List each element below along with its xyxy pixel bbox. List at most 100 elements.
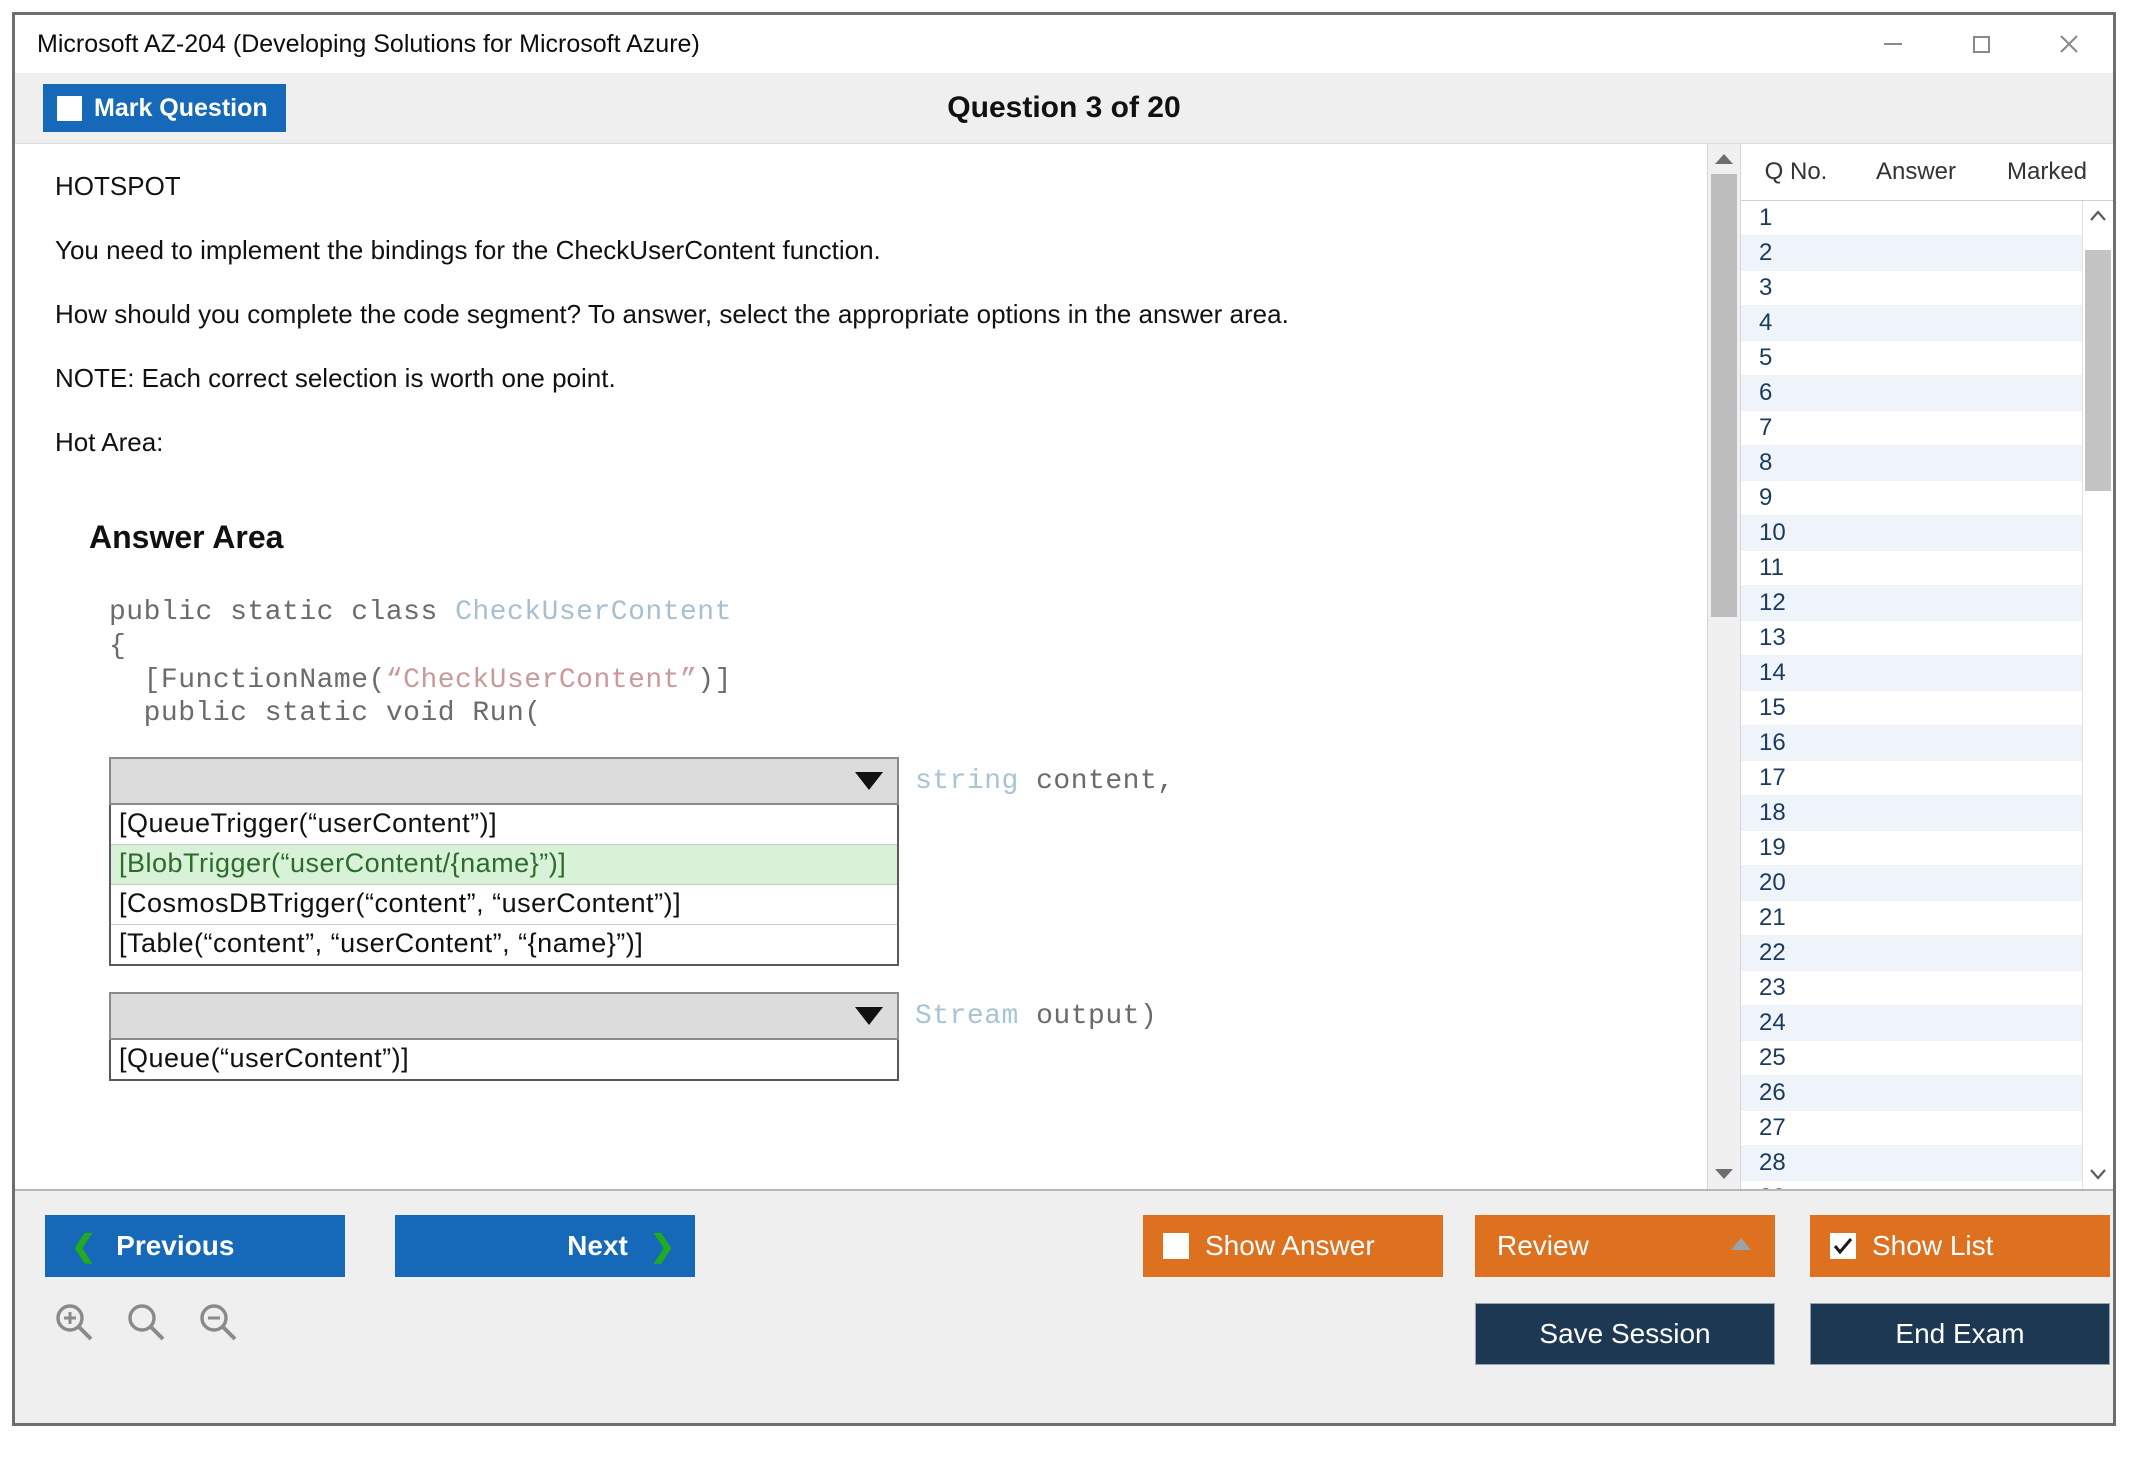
question-number-cell: 1 <box>1741 204 1843 232</box>
code-line-2: { <box>109 630 1673 664</box>
show-list-button[interactable]: Show List <box>1810 1215 2110 1277</box>
chevron-down-icon[interactable] <box>841 769 897 793</box>
code-param-1-rest: content, <box>1019 766 1175 797</box>
table-row[interactable]: 15 <box>1741 691 2082 726</box>
table-row[interactable]: 26 <box>1741 1076 2082 1111</box>
zoom-out-icon[interactable] <box>195 1299 241 1345</box>
content-scroll-track[interactable] <box>1708 174 1740 1159</box>
content-scroll-thumb[interactable] <box>1711 174 1737 617</box>
table-row[interactable]: 24 <box>1741 1006 2082 1041</box>
code-line-3: [FunctionName(“CheckUserContent”)] <box>109 664 1673 698</box>
mark-question-checkbox[interactable] <box>57 96 82 121</box>
list-item[interactable]: [Queue(“userContent”)] <box>111 1040 897 1079</box>
show-answer-checkbox[interactable] <box>1163 1233 1189 1259</box>
question-list-body: 1234567891011121314151617181920212223242… <box>1741 201 2113 1189</box>
trigger-binding-dropdown-header[interactable] <box>109 757 899 805</box>
code-class-name: CheckUserContent <box>455 597 732 628</box>
footer-toolbar: ❮ Previous Next ❯ Show Answer Review Sho… <box>15 1189 2113 1423</box>
chevron-right-icon: ❯ <box>650 1229 675 1264</box>
title-bar: Microsoft AZ-204 (Developing Solutions f… <box>15 15 2113 73</box>
table-row[interactable]: 4 <box>1741 306 2082 341</box>
table-row[interactable]: 29 <box>1741 1181 2082 1189</box>
column-header-answer: Answer <box>1851 158 1981 186</box>
table-row[interactable]: 25 <box>1741 1041 2082 1076</box>
dropdown-row-2: [Queue(“userContent”)] Stream output) <box>109 992 1673 1081</box>
table-row[interactable]: 9 <box>1741 481 2082 516</box>
question-number-cell: 4 <box>1741 309 1843 337</box>
list-item[interactable]: [QueueTrigger(“userContent”)] <box>111 805 897 845</box>
question-number-cell: 8 <box>1741 449 1843 477</box>
table-row[interactable]: 21 <box>1741 901 2082 936</box>
table-row[interactable]: 5 <box>1741 341 2082 376</box>
table-row[interactable]: 2 <box>1741 236 2082 271</box>
table-row[interactable]: 8 <box>1741 446 2082 481</box>
save-session-button[interactable]: Save Session <box>1475 1303 1775 1365</box>
code-param-2: Stream output) <box>915 992 1157 1034</box>
question-note: NOTE: Each correct selection is worth on… <box>55 364 1673 394</box>
table-row[interactable]: 19 <box>1741 831 2082 866</box>
show-list-label: Show List <box>1872 1230 1993 1262</box>
close-button[interactable] <box>2025 15 2113 73</box>
table-row[interactable]: 3 <box>1741 271 2082 306</box>
qlist-scroll-up-button[interactable] <box>2083 201 2113 231</box>
question-number-cell: 6 <box>1741 379 1843 407</box>
table-row[interactable]: 12 <box>1741 586 2082 621</box>
chevron-down-icon[interactable] <box>841 1004 897 1028</box>
question-list-scrollbar[interactable] <box>2082 201 2113 1189</box>
list-item[interactable]: [Table(“content”, “userContent”, “{name}… <box>111 925 897 964</box>
exam-window: Microsoft AZ-204 (Developing Solutions f… <box>12 12 2116 1426</box>
review-label: Review <box>1497 1230 1589 1262</box>
page-title: Question 3 of 20 <box>15 91 2113 125</box>
qlist-scroll-thumb[interactable] <box>2085 250 2111 491</box>
list-item[interactable]: [CosmosDBTrigger(“content”, “userContent… <box>111 885 897 925</box>
list-item[interactable]: [BlobTrigger(“userContent/{name}”)] <box>111 845 897 885</box>
table-row[interactable]: 14 <box>1741 656 2082 691</box>
code-line-4: public static void Run( <box>109 697 1673 731</box>
question-number-cell: 10 <box>1741 519 1843 547</box>
minimize-button[interactable] <box>1849 15 1937 73</box>
zoom-reset-icon[interactable] <box>123 1299 169 1345</box>
table-row[interactable]: 16 <box>1741 726 2082 761</box>
table-row[interactable]: 27 <box>1741 1111 2082 1146</box>
question-number-cell: 19 <box>1741 834 1843 862</box>
table-row[interactable]: 11 <box>1741 551 2082 586</box>
table-row[interactable]: 22 <box>1741 936 2082 971</box>
show-list-checkbox[interactable] <box>1830 1233 1856 1259</box>
minimize-icon <box>1878 29 1908 59</box>
dropdown-row-1: [QueueTrigger(“userContent”)] [BlobTrigg… <box>109 757 1673 966</box>
maximize-button[interactable] <box>1937 15 2025 73</box>
question-type-label: HOTSPOT <box>55 172 1673 202</box>
table-row[interactable]: 6 <box>1741 376 2082 411</box>
table-row[interactable]: 28 <box>1741 1146 2082 1181</box>
table-row[interactable]: 10 <box>1741 516 2082 551</box>
table-row[interactable]: 17 <box>1741 761 2082 796</box>
question-paragraph-1: You need to implement the bindings for t… <box>55 236 1673 266</box>
table-row[interactable]: 7 <box>1741 411 2082 446</box>
end-exam-button[interactable]: End Exam <box>1810 1303 2110 1365</box>
review-button[interactable]: Review <box>1475 1215 1775 1277</box>
output-binding-dropdown-header[interactable] <box>109 992 899 1040</box>
table-row[interactable]: 18 <box>1741 796 2082 831</box>
qlist-scroll-down-button[interactable] <box>2083 1159 2113 1189</box>
body-row: HOTSPOT You need to implement the bindin… <box>15 144 2113 1189</box>
previous-button[interactable]: ❮ Previous <box>45 1215 345 1277</box>
next-button[interactable]: Next ❯ <box>395 1215 695 1277</box>
output-binding-dropdown[interactable]: [Queue(“userContent”)] <box>109 992 899 1081</box>
next-button-label: Next <box>567 1230 628 1262</box>
table-row[interactable]: 20 <box>1741 866 2082 901</box>
question-list[interactable]: 1234567891011121314151617181920212223242… <box>1741 201 2082 1189</box>
trigger-binding-dropdown[interactable]: [QueueTrigger(“userContent”)] [BlobTrigg… <box>109 757 899 966</box>
table-row[interactable]: 1 <box>1741 201 2082 236</box>
mark-question-button[interactable]: Mark Question <box>43 84 286 132</box>
show-answer-button[interactable]: Show Answer <box>1143 1215 1443 1277</box>
zoom-in-icon[interactable] <box>51 1299 97 1345</box>
table-row[interactable]: 13 <box>1741 621 2082 656</box>
question-number-cell: 14 <box>1741 659 1843 687</box>
scroll-down-button[interactable] <box>1708 1159 1740 1189</box>
question-list-header: Q No. Answer Marked <box>1741 144 2113 201</box>
table-row[interactable]: 23 <box>1741 971 2082 1006</box>
content-scrollbar[interactable] <box>1707 144 1740 1189</box>
scroll-up-button[interactable] <box>1708 144 1740 174</box>
qlist-scroll-track[interactable] <box>2083 231 2113 1159</box>
question-number-cell: 23 <box>1741 974 1843 1002</box>
